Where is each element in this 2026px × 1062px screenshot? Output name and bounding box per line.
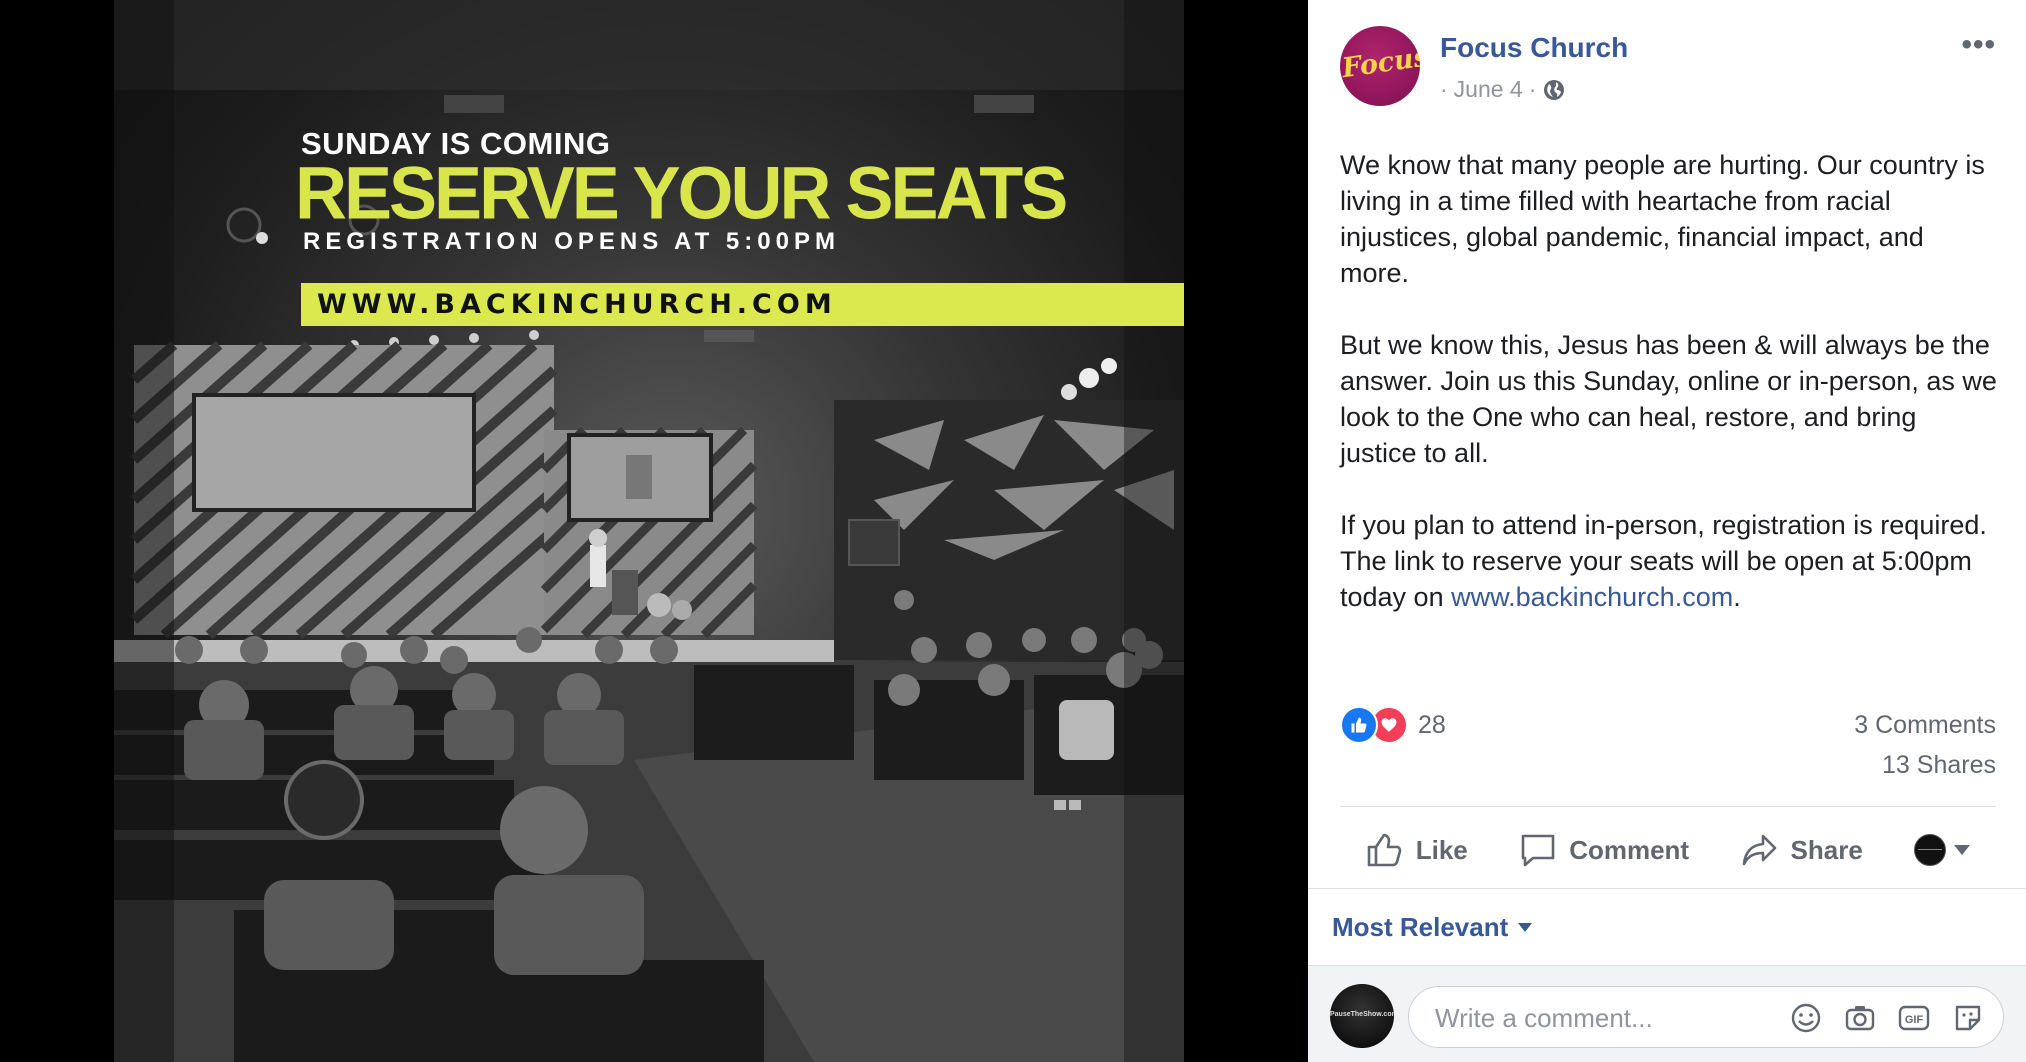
- promo-url-text: WWW.BACKINCHURCH.COM: [317, 289, 837, 320]
- promo-url-banner: WWW.BACKINCHURCH.COM: [301, 283, 1184, 326]
- like-icon: [1340, 706, 1378, 744]
- reaction-count: 28: [1418, 710, 1446, 739]
- post-body: We know that many people are hurting. Ou…: [1340, 147, 2000, 651]
- sticker-icon[interactable]: [1951, 1001, 1985, 1035]
- gif-label: GIF: [1905, 1014, 1924, 1026]
- comment-box[interactable]: GIF: [1408, 986, 2004, 1049]
- reaction-identity-selector[interactable]: [1914, 834, 1971, 866]
- comment-tools: GIF: [1789, 1001, 1985, 1035]
- thumbs-up-icon: [1367, 833, 1402, 867]
- more-options-button[interactable]: •••: [1961, 30, 1996, 60]
- caret-down-icon: [1518, 923, 1533, 932]
- post-meta: · June 4 ·: [1440, 76, 1566, 103]
- share-button[interactable]: Share: [1741, 832, 1863, 868]
- promo-text-overlay: SUNDAY IS COMING RESERVE YOUR SEATS REGI…: [114, 0, 1184, 340]
- post-photo[interactable]: SUNDAY IS COMING RESERVE YOUR SEATS REGI…: [114, 0, 1184, 1062]
- camera-icon[interactable]: [1843, 1001, 1877, 1035]
- commenter-avatar[interactable]: PauseTheShow.com: [1330, 984, 1394, 1048]
- comments-count-link[interactable]: 3 Comments: [1854, 711, 1996, 740]
- comment-sort-dropdown[interactable]: Most Relevant: [1332, 912, 1533, 943]
- like-label: Like: [1415, 834, 1468, 865]
- divider: [1308, 888, 2026, 889]
- globe-icon[interactable]: [1542, 78, 1566, 102]
- comment-button[interactable]: Comment: [1519, 832, 1689, 868]
- post-panel: Focus Focus Church · June 4 · ••• We kno…: [1308, 0, 2026, 1062]
- meta-separator: ·: [1440, 76, 1448, 102]
- post-external-link[interactable]: www.backinchurch.com: [1451, 582, 1733, 612]
- comment-input[interactable]: [1433, 987, 1737, 1049]
- comment-bubble-icon: [1521, 834, 1555, 867]
- identity-avatar: [1914, 834, 1947, 866]
- post-paragraph: But we know this, Jesus has been & will …: [1340, 330, 1997, 468]
- promo-headline-large: RESERVE YOUR SEATS: [295, 152, 1068, 236]
- avatar-logo-text: Focus: [1340, 41, 1420, 85]
- page-avatar[interactable]: Focus: [1340, 26, 1420, 106]
- post-date-link[interactable]: June 4: [1454, 76, 1523, 103]
- post-paragraph: We know that many people are hurting. Ou…: [1340, 150, 1985, 288]
- comment-label: Comment: [1569, 834, 1690, 865]
- meta-separator: ·: [1528, 76, 1537, 102]
- emoji-icon[interactable]: [1789, 1001, 1823, 1035]
- promo-subheadline: REGISTRATION OPENS AT 5:00PM: [303, 228, 840, 255]
- shares-count-link[interactable]: 13 Shares: [1882, 751, 1996, 780]
- caret-down-icon: [1954, 845, 1971, 855]
- post-paragraph: If you plan to attend in-person, registr…: [1340, 507, 2000, 615]
- gif-icon[interactable]: GIF: [1897, 1001, 1931, 1035]
- comment-composer: PauseTheShow.com GIF: [1308, 966, 2026, 1062]
- like-button[interactable]: Like: [1366, 832, 1468, 868]
- share-label: Share: [1790, 834, 1863, 865]
- share-arrow-icon: [1742, 834, 1776, 866]
- page-name-link[interactable]: Focus Church: [1440, 32, 1628, 64]
- photo-viewer: SUNDAY IS COMING RESERVE YOUR SEATS REGI…: [0, 0, 1308, 1062]
- divider: [1340, 806, 1996, 807]
- post-action-bar: Like Comment Share: [1340, 820, 1996, 880]
- sort-label: Most Relevant: [1332, 912, 1509, 942]
- reactions-summary[interactable]: 28: [1340, 706, 1446, 744]
- post-paragraph-end: .: [1733, 582, 1741, 612]
- commenter-avatar-text: PauseTheShow.com: [1330, 1011, 1394, 1018]
